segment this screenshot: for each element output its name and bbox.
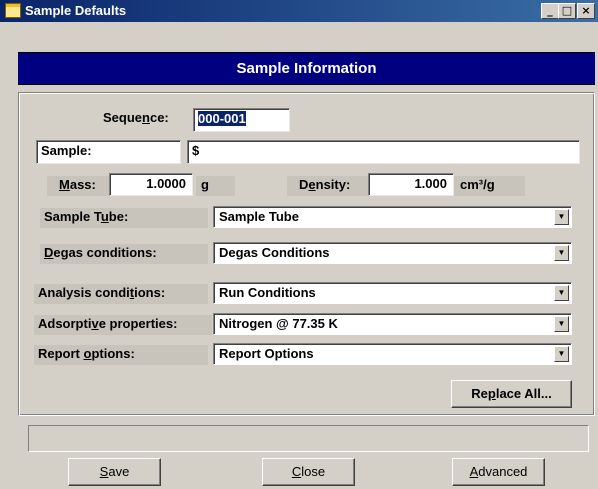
chevron-down-icon[interactable]: ▼	[554, 285, 569, 301]
minimize-button[interactable]: _	[541, 3, 559, 19]
folder-icon	[5, 3, 21, 18]
mass-label: Mass:	[59, 177, 96, 192]
replace-all-button[interactable]: Replace All...	[451, 380, 572, 408]
analysis-value: Run Conditions	[219, 285, 316, 300]
maximize-button[interactable]: □	[558, 3, 576, 19]
sequence-value: 000-001	[198, 111, 246, 126]
sample-label: Sample:	[41, 143, 92, 158]
analysis-select[interactable]: Run Conditions ▼	[213, 282, 572, 304]
analysis-label: Analysis conditions:	[34, 284, 208, 304]
adsorptive-label: Adsorptive properties:	[34, 315, 212, 335]
report-select[interactable]: Report Options ▼	[213, 343, 572, 365]
sequence-field[interactable]: 000-001	[193, 108, 290, 132]
status-bar	[28, 425, 589, 452]
chevron-down-icon[interactable]: ▼	[554, 245, 569, 261]
degas-value: Degas Conditions	[219, 245, 330, 260]
mass-unit: g	[201, 177, 209, 192]
close-window-button[interactable]: ×	[577, 3, 595, 19]
sample-tube-value: Sample Tube	[219, 209, 299, 224]
degas-select[interactable]: Degas Conditions ▼	[213, 242, 572, 264]
sample-tube-select[interactable]: Sample Tube ▼	[213, 206, 572, 228]
adsorptive-select[interactable]: Nitrogen @ 77.35 K ▼	[213, 313, 572, 335]
report-label: Report options:	[34, 345, 208, 365]
window-title: Sample Defaults	[25, 3, 127, 18]
adsorptive-value: Nitrogen @ 77.35 K	[219, 316, 338, 331]
chevron-down-icon[interactable]: ▼	[554, 316, 569, 332]
report-value: Report Options	[219, 346, 314, 361]
section-header: Sample Information	[18, 52, 595, 85]
advanced-button[interactable]: Advanced	[452, 458, 545, 486]
save-button[interactable]: Save	[68, 458, 161, 486]
density-unit: cm³/g	[460, 177, 495, 192]
sample-field[interactable]: $	[187, 140, 580, 164]
density-field[interactable]: 1.000	[368, 173, 454, 196]
close-button[interactable]: Close	[262, 458, 355, 486]
sample-tube-label: Sample Tube:	[40, 208, 208, 228]
sample-label-box: Sample:	[36, 140, 181, 164]
density-label: Density:	[299, 177, 351, 192]
sequence-label: Sequence:	[103, 110, 169, 125]
chevron-down-icon[interactable]: ▼	[554, 209, 569, 225]
chevron-down-icon[interactable]: ▼	[554, 346, 569, 362]
degas-label: Degas conditions:	[40, 244, 208, 264]
mass-field[interactable]: 1.0000	[109, 173, 193, 196]
